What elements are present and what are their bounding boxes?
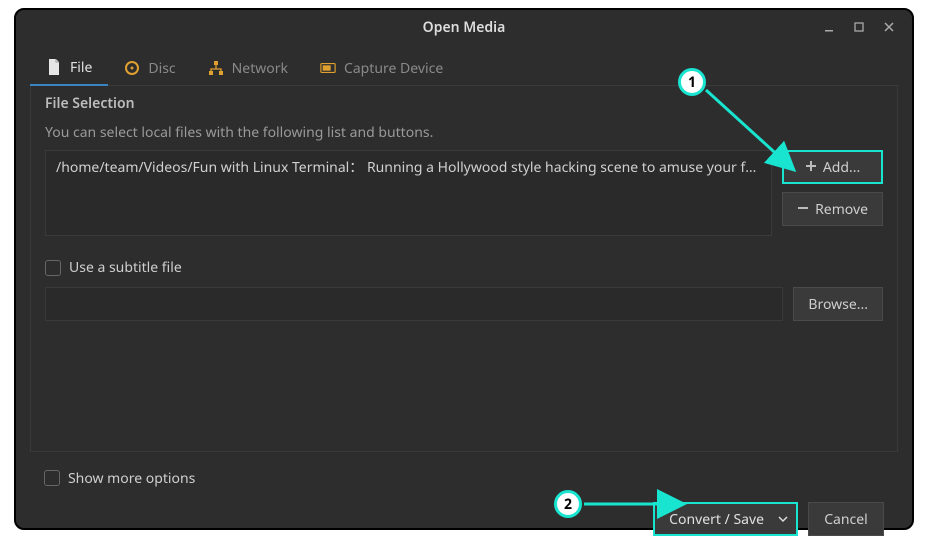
dialog-footer: Show more options (30, 452, 898, 498)
tab-network[interactable]: Network (192, 50, 304, 86)
tab-file-label: File (70, 58, 92, 77)
subtitle-checkbox[interactable] (45, 260, 61, 276)
file-selection-heading: File Selection (45, 94, 883, 113)
file-side-buttons: Add... Remove (782, 150, 883, 236)
browse-button[interactable]: Browse... (793, 287, 883, 321)
close-icon[interactable] (874, 13, 904, 41)
tab-network-label: Network (232, 59, 288, 78)
file-list-entry: /home/team/Videos/Fun with Linux Termina… (56, 158, 766, 177)
subtitle-path-input[interactable] (45, 287, 783, 321)
plus-icon (805, 158, 817, 177)
subtitle-input-row: Browse... (45, 287, 883, 321)
cancel-button[interactable]: Cancel (808, 502, 884, 536)
convert-save-dropdown[interactable]: Convert / Save (653, 502, 798, 536)
subtitle-row: Use a subtitle file (45, 258, 883, 277)
annotation-badge-2: 2 (554, 490, 582, 518)
tab-disc[interactable]: Disc (108, 50, 191, 86)
capture-icon (320, 60, 336, 76)
tab-file[interactable]: File (30, 50, 108, 86)
minimize-icon[interactable] (814, 13, 844, 41)
add-button[interactable]: Add... (782, 150, 883, 184)
remove-button[interactable]: Remove (782, 192, 883, 226)
annotation-badge-1: 1 (678, 68, 706, 96)
window-title: Open Media (423, 18, 506, 37)
file-row: /home/team/Videos/Fun with Linux Termina… (45, 150, 883, 236)
minus-icon (797, 200, 809, 219)
dialog-actions: Convert / Save Cancel (30, 498, 898, 536)
source-tabs: File Disc Network Capture Device (30, 50, 898, 86)
convert-save-label: Convert / Save (669, 510, 764, 529)
file-icon (46, 59, 62, 75)
window-controls (814, 10, 904, 44)
titlebar: Open Media (16, 10, 912, 44)
browse-button-label: Browse... (808, 295, 868, 314)
disc-icon (124, 60, 140, 76)
remove-button-label: Remove (815, 200, 868, 219)
subtitle-checkbox-label: Use a subtitle file (69, 258, 182, 277)
file-panel: File Selection You can select local file… (30, 86, 898, 452)
tab-capture[interactable]: Capture Device (304, 50, 459, 86)
file-list[interactable]: /home/team/Videos/Fun with Linux Termina… (45, 150, 772, 236)
network-icon (208, 60, 224, 76)
footer-left: Show more options (44, 469, 195, 488)
tab-capture-label: Capture Device (344, 59, 443, 78)
dialog-content: File Disc Network Capture Device (16, 44, 912, 546)
open-media-window: Open Media File (14, 8, 914, 530)
footer-right: Convert / Save Cancel (653, 502, 884, 536)
maximize-icon[interactable] (844, 13, 874, 41)
file-selection-hint: You can select local files with the foll… (45, 123, 883, 142)
tab-disc-label: Disc (148, 59, 175, 78)
show-more-label: Show more options (68, 469, 195, 488)
chevron-down-icon (778, 510, 788, 529)
cancel-button-label: Cancel (824, 510, 868, 529)
add-button-label: Add... (823, 158, 860, 177)
show-more-checkbox[interactable] (44, 470, 60, 486)
